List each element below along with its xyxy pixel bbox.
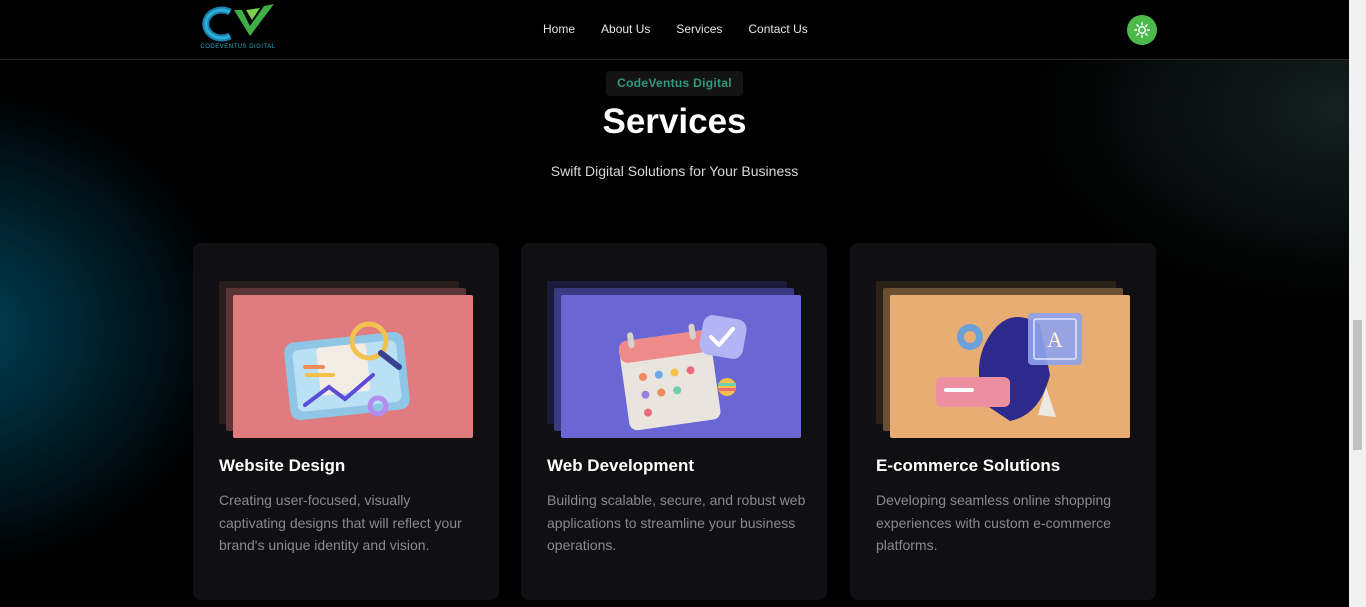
page-title: Services <box>602 102 747 141</box>
section-badge: CodeVentus Digital <box>606 71 743 96</box>
logo-wordmark: CODEVENTUS DIGITAL <box>200 44 276 50</box>
service-card-ecommerce[interactable]: A E-commerce Solutions Developing seamle… <box>850 243 1156 600</box>
service-card-website-design[interactable]: Website Design Creating user-focused, vi… <box>193 243 499 600</box>
calendar-check-illustration <box>547 281 802 439</box>
theme-toggle-button[interactable] <box>1127 15 1157 45</box>
abstract-shapes-illustration: A <box>876 281 1131 439</box>
card-description: Building scalable, secure, and robust we… <box>547 492 806 553</box>
card-title: Web Development <box>547 456 695 475</box>
site-header: CODEVENTUS DIGITAL Home About Us Service… <box>0 0 1349 60</box>
card-description: Developing seamless online shopping expe… <box>876 492 1112 553</box>
svg-text:A: A <box>1047 327 1063 352</box>
brand-logo[interactable]: CODEVENTUS DIGITAL <box>200 2 276 57</box>
page-scrollbar[interactable] <box>1349 0 1366 607</box>
page-subtitle: Swift Digital Solutions for Your Busines… <box>550 163 799 179</box>
website-design-illustration <box>219 281 474 439</box>
card-title: Website Design <box>219 456 346 475</box>
service-card-web-development[interactable]: Web Development Building scalable, secur… <box>521 243 827 600</box>
nav-about[interactable]: About Us <box>601 22 650 36</box>
card-description: Creating user-focused, visually captivat… <box>219 492 462 553</box>
card-title: E-commerce Solutions <box>876 456 1061 475</box>
sun-icon <box>1134 22 1150 38</box>
nav-contact[interactable]: Contact Us <box>748 22 807 36</box>
scrollbar-thumb[interactable] <box>1353 320 1362 450</box>
nav-services[interactable]: Services <box>676 22 722 36</box>
logo-icon <box>202 4 274 42</box>
nav-home[interactable]: Home <box>543 22 575 36</box>
